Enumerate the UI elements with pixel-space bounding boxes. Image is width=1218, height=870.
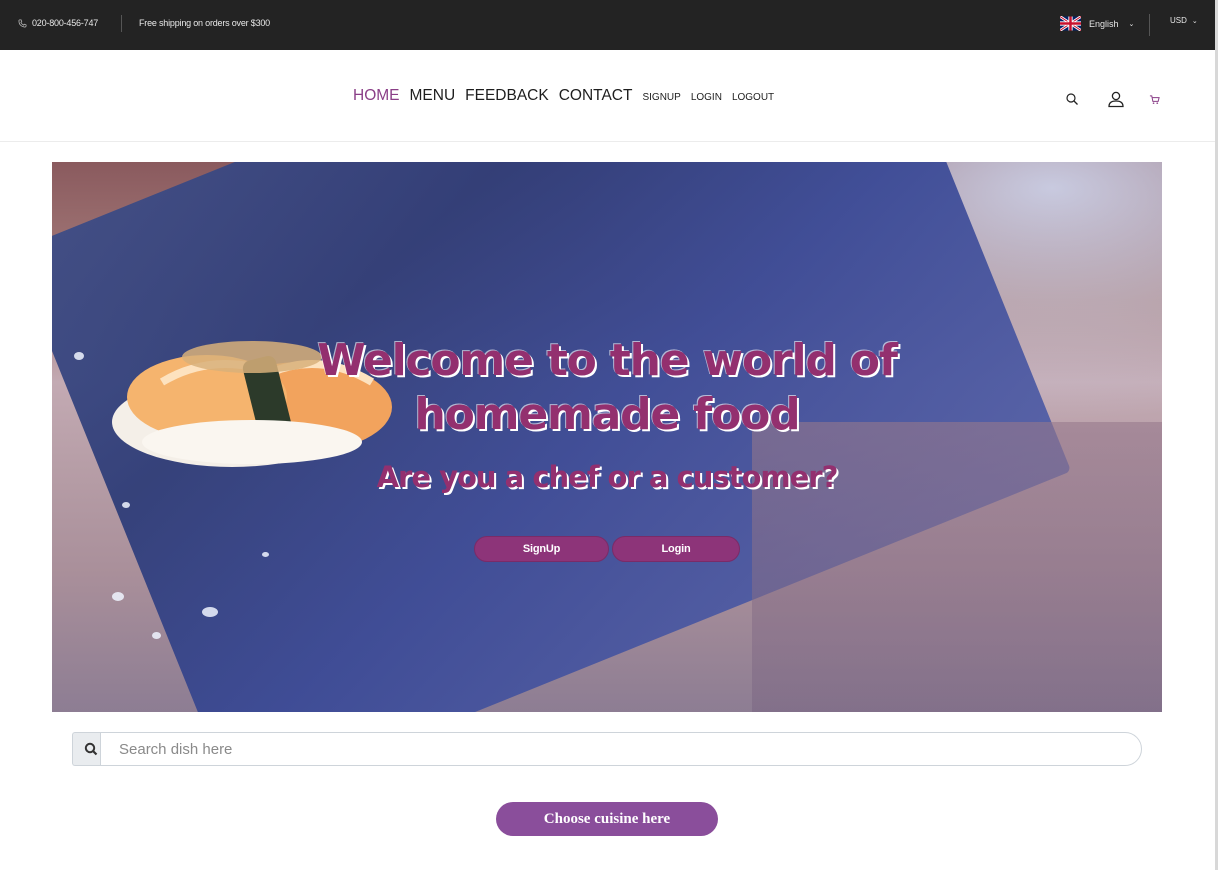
search-icon[interactable] — [1065, 92, 1079, 106]
nav-home[interactable]: HOME — [353, 87, 400, 105]
search-input[interactable] — [100, 732, 1142, 766]
nav-menu[interactable]: MENU — [410, 87, 456, 105]
search-icon — [84, 742, 98, 756]
nav-feedback[interactable]: FEEDBACK — [465, 87, 549, 105]
hero-content: Welcome to the world of homemade food Ar… — [52, 162, 1162, 712]
header-icons — [1065, 90, 1160, 108]
main-header: HOME MENU FEEDBACK CONTACT SIGNUP LOGIN … — [0, 50, 1218, 142]
dish-search — [72, 732, 1142, 766]
hero-subtitle: Are you a chef or a customer? — [376, 460, 839, 494]
top-bar: 020-800-456-747 Free shipping on orders … — [0, 0, 1218, 50]
cart-icon[interactable] — [1149, 94, 1160, 105]
hero-banner: Welcome to the world of homemade food Ar… — [52, 162, 1162, 712]
shipping-notice: Free shipping on orders over $300 — [139, 18, 270, 28]
currency-label: USD — [1170, 16, 1187, 25]
chevron-down-icon: ⌄ — [1191, 17, 1198, 25]
currency-selector[interactable]: USD ⌄ — [1170, 16, 1198, 25]
nav-contact[interactable]: CONTACT — [559, 87, 633, 105]
phone-number: 020-800-456-747 — [32, 18, 99, 28]
nav-logout[interactable]: LOGOUT — [732, 92, 774, 103]
user-icon[interactable] — [1107, 90, 1125, 108]
search-addon[interactable] — [72, 732, 100, 766]
main-nav: HOME MENU FEEDBACK CONTACT SIGNUP LOGIN … — [353, 87, 784, 105]
hero-title-line1: Welcome to the world of — [317, 335, 898, 386]
choose-cuisine-button[interactable]: Choose cuisine here — [496, 802, 718, 836]
phone-icon — [18, 19, 27, 27]
nav-login[interactable]: LOGIN — [691, 92, 722, 103]
phone-info[interactable]: 020-800-456-747 — [18, 18, 98, 28]
hero-buttons: SignUp Login — [474, 536, 740, 562]
signup-button[interactable]: SignUp — [474, 536, 609, 562]
divider — [1149, 14, 1150, 36]
uk-flag-icon — [1060, 16, 1081, 31]
hero-title-line2: homemade food — [414, 389, 801, 440]
language-selector[interactable]: English ⌄ — [1060, 16, 1134, 31]
divider — [121, 15, 122, 32]
language-label: English — [1089, 18, 1119, 29]
nav-signup[interactable]: SIGNUP — [642, 92, 680, 103]
chevron-down-icon: ⌄ — [1128, 20, 1135, 28]
login-button[interactable]: Login — [612, 536, 740, 562]
